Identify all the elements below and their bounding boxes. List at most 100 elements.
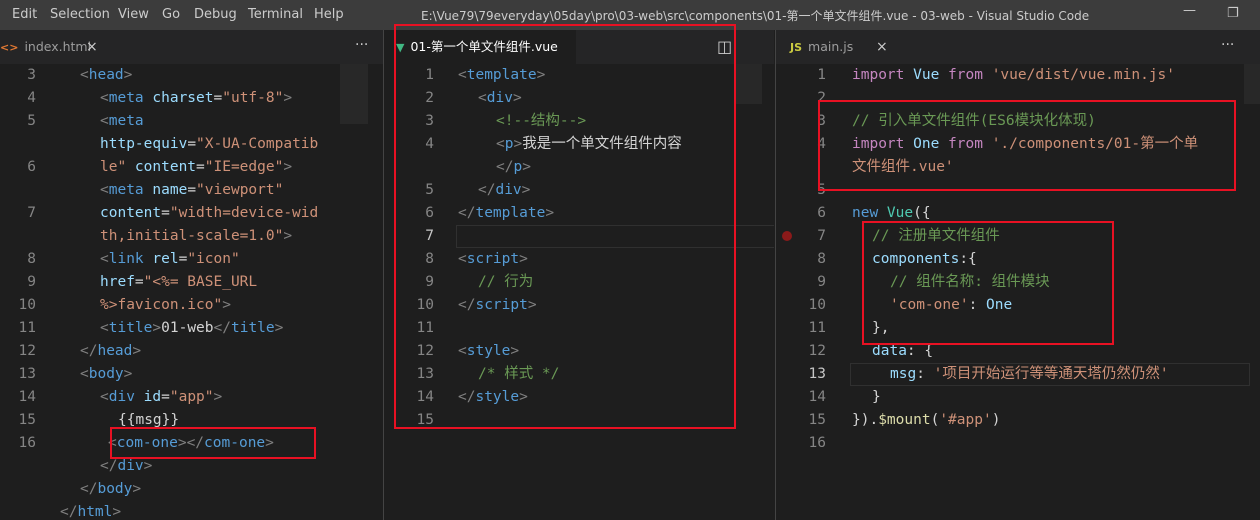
- code-token: </: [458, 389, 476, 405]
- code-token: >: [265, 435, 274, 451]
- code-token: './components/01-第一个单: [991, 136, 1199, 152]
- code-token: div: [486, 90, 513, 106]
- line-number: 14: [416, 389, 434, 405]
- code-line: new Vue({: [852, 202, 931, 225]
- menu-help[interactable]: Help: [314, 7, 344, 22]
- line-number: 10: [416, 297, 434, 313]
- code-token: Vue: [886, 205, 914, 221]
- code-token: >: [152, 320, 162, 336]
- editor-main-js[interactable]: 1 2 3 4 5 6 7 8 9 10 11 12 13 14 15 16 import Vue from '…: [776, 64, 1260, 520]
- tab-vue-file[interactable]: ▼ 01-第一个单文件组件.vue: [384, 30, 576, 64]
- code-token: link: [108, 251, 153, 267]
- code-token: body: [97, 481, 133, 497]
- code-token: >: [274, 320, 284, 336]
- code-token: >: [283, 159, 293, 175]
- code-line: }: [872, 386, 881, 409]
- code-line: <div id="app">: [100, 386, 222, 409]
- editor-vue-file[interactable]: 1 2 3 4 5 6 7 8 9 10 11 12 13 14 15 <template> <div> <!--…: [384, 64, 774, 520]
- menu-edit[interactable]: Edit: [12, 7, 37, 22]
- code-line: <p>我是一个单文件组件内容: [496, 133, 682, 156]
- code-token: '#app': [939, 412, 992, 428]
- line-number: 10: [808, 297, 826, 313]
- code-token: ): [991, 412, 1001, 428]
- code-token: >: [522, 159, 531, 175]
- code-token: <: [100, 389, 109, 405]
- line-number: 9: [27, 274, 36, 290]
- line-number: 12: [416, 343, 434, 359]
- menu-go[interactable]: Go: [162, 7, 180, 22]
- code-token: /* 样式 */: [478, 366, 560, 382]
- code-line: href="<%= BASE_URL: [100, 271, 257, 294]
- code-token: =: [187, 182, 197, 198]
- code-token: body: [88, 366, 124, 382]
- menu-terminal[interactable]: Terminal: [248, 7, 303, 22]
- minimize-button[interactable]: —: [1183, 3, 1196, 18]
- code-line: 'com-one': One: [890, 294, 1012, 317]
- code-token: script: [466, 251, 520, 267]
- line-number: 13: [416, 366, 434, 382]
- code-token: head: [97, 343, 133, 359]
- pane-divider[interactable]: [383, 30, 384, 520]
- code-token: <: [458, 67, 467, 83]
- code-line: <meta name="viewport": [100, 179, 283, 202]
- code-token: >: [536, 67, 546, 83]
- line-number: 7: [425, 228, 434, 244]
- minimap[interactable]: [340, 64, 368, 124]
- line-number: 6: [425, 205, 434, 221]
- code-token: content: [100, 205, 162, 221]
- pane-divider[interactable]: [775, 30, 776, 520]
- code-token: <!--结构-->: [496, 113, 587, 129]
- code-token: >: [112, 504, 122, 520]
- more-actions-icon[interactable]: ···: [1221, 30, 1234, 60]
- more-actions-icon[interactable]: ···: [355, 30, 368, 60]
- line-number: 13: [18, 366, 36, 382]
- code-token: rel: [152, 251, 179, 267]
- code-token: One: [913, 136, 949, 152]
- menu-debug[interactable]: Debug: [194, 7, 237, 22]
- line-number: [0, 133, 36, 156]
- code-line: <body>: [80, 363, 132, 386]
- code-line: // 注册单文件组件: [872, 225, 1000, 248]
- code-line: </style>: [458, 386, 528, 409]
- title-bar: Edit Selection View Go Debug Terminal He…: [0, 0, 1260, 30]
- line-number: 15: [808, 412, 826, 428]
- line-number: 4: [425, 136, 434, 152]
- line-number: 11: [808, 320, 826, 336]
- close-icon[interactable]: ×: [86, 30, 98, 64]
- code-line: </html>: [60, 501, 121, 520]
- minimap[interactable]: [736, 64, 762, 104]
- line-number: 7: [27, 205, 36, 221]
- code-token: >: [143, 458, 153, 474]
- code-token: title: [230, 320, 275, 336]
- code-line: <div>: [478, 87, 522, 110]
- code-token: $mount: [878, 412, 931, 428]
- line-number: 15: [416, 412, 434, 428]
- menu-selection[interactable]: Selection: [50, 7, 110, 22]
- code-token: </: [80, 481, 98, 497]
- code-token: >: [521, 182, 531, 198]
- js-icon: JS: [790, 41, 803, 54]
- code-token: One: [986, 297, 1013, 313]
- code-line: le" content="IE=edge">: [100, 156, 292, 179]
- code-token: "width=device-wid: [169, 205, 319, 221]
- code-line: <link rel="icon": [100, 248, 240, 271]
- split-editor-icon[interactable]: ◫: [717, 30, 732, 64]
- tabbar-middle: ▼ 01-第一个单文件组件.vue ◫: [384, 30, 774, 64]
- minimap[interactable]: [1244, 64, 1260, 104]
- restore-button[interactable]: ❐: [1227, 6, 1239, 21]
- code-token: meta: [108, 90, 153, 106]
- code-token: div: [495, 182, 522, 198]
- code-token: html: [77, 504, 113, 520]
- line-number: 2: [817, 90, 826, 106]
- line-number: [776, 156, 826, 179]
- menu-view[interactable]: View: [118, 7, 149, 22]
- editor-index-html[interactable]: 3 4 5 6 7 8 9 10 11 12 13 14 15 16 <head> <meta charset…: [0, 64, 383, 520]
- tab-label: 01-第一个单文件组件.vue: [410, 39, 558, 54]
- code-token: <: [80, 366, 89, 382]
- close-icon[interactable]: ×: [876, 30, 888, 64]
- code-token: le": [100, 159, 135, 175]
- code-token: >: [519, 251, 528, 267]
- breakpoint-icon[interactable]: [782, 231, 792, 241]
- code-token: </: [478, 182, 496, 198]
- code-token: id: [143, 389, 162, 405]
